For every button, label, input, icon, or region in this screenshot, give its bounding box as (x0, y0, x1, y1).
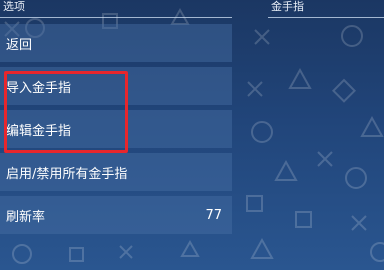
annotation-highlight-box (4, 71, 128, 153)
cross-icon (254, 29, 270, 45)
circle-icon (345, 167, 367, 189)
cross-icon (351, 215, 367, 231)
triangle-icon (288, 67, 312, 89)
section-header-label: 金手指 (271, 0, 304, 13)
refresh-rate-value: 77 (205, 207, 222, 223)
menu-item-label: 刷新率 (6, 209, 46, 225)
circle-icon (341, 25, 363, 47)
circle-icon (251, 121, 273, 143)
cross-icon (119, 245, 133, 259)
menu-item-label: 返回 (6, 37, 33, 53)
menu-item-label: 启用/禁用所有金手指 (6, 166, 128, 182)
triangle-icon (274, 159, 298, 181)
square-icon (69, 247, 84, 262)
menu-item-back[interactable]: 返回 (0, 24, 232, 62)
triangle-icon (180, 239, 200, 257)
square-icon (331, 78, 357, 103)
header-divider (268, 17, 384, 18)
header-divider (0, 17, 232, 18)
section-header-label: 选项 (3, 0, 25, 13)
triangle-icon (360, 115, 384, 137)
section-header-cheats: 金手指 (268, 0, 384, 18)
circle-icon (370, 242, 384, 262)
menu-item-refresh-rate[interactable]: 刷新率 77 (0, 196, 232, 234)
cross-icon (317, 151, 333, 167)
section-header-options: 选项 (0, 0, 232, 18)
triangle-icon (250, 237, 274, 259)
circle-icon (12, 244, 32, 264)
square-icon (295, 211, 312, 228)
cross-icon (247, 81, 263, 97)
menu-item-toggle-all-cheats[interactable]: 启用/禁用所有金手指 (0, 153, 232, 191)
square-icon (246, 195, 263, 212)
